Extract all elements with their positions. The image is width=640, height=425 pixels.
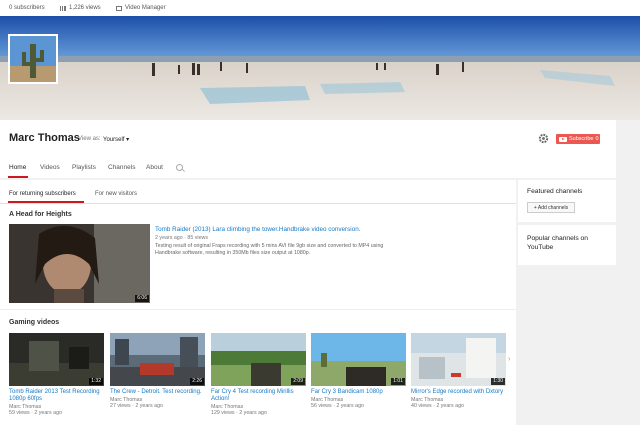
tab-about[interactable]: About [146, 164, 163, 171]
chevron-right-icon[interactable]: › [508, 356, 510, 363]
video-title[interactable]: Tomb Raider 2013 Test Recording 1080p 60… [9, 389, 104, 403]
duration-badge: 1:01 [391, 378, 405, 385]
divider [0, 203, 516, 204]
active-tab-indicator [8, 176, 28, 178]
channel-header: Marc Thomas View as: Yourself ▾ Subscrib… [0, 120, 616, 178]
views-count: 1,226 views [69, 5, 101, 11]
popular-channels-panel: Popular channels on YouTube [518, 225, 616, 265]
featured-video-meta: 2 years ago · 85 views [155, 235, 208, 241]
video-manager-label: Video Manager [125, 5, 166, 11]
duration-badge: 6:06 [135, 295, 149, 302]
video-meta: 40 views · 2 years ago [411, 403, 464, 409]
video-thumbnail[interactable]: 2:26 [110, 333, 205, 386]
view-as-dropdown[interactable]: Yourself ▾ [103, 136, 129, 143]
section-divider [0, 309, 516, 310]
tab-playlists[interactable]: Playlists [72, 164, 96, 171]
duration-badge: 2:26 [190, 378, 204, 385]
tab-new-visitors[interactable]: For new visitors [95, 191, 137, 197]
subscribe-count: 0 [595, 136, 599, 142]
video-meta: 56 views · 2 years ago [311, 403, 364, 409]
video-title[interactable]: Far Cry 4 Test recording Mirillis Action… [211, 389, 306, 403]
channel-banner: G+ [0, 16, 640, 120]
video-title[interactable]: Far Cry 3 Bandicam 1080p [311, 389, 406, 396]
subscribe-label: Subscribe [569, 136, 594, 142]
caret-down-icon: ▾ [126, 137, 130, 143]
video-thumbnail[interactable]: 2:09 [211, 333, 306, 386]
add-channels-button[interactable]: + Add channels [527, 202, 575, 213]
duration-badge: 1:30 [491, 378, 505, 385]
video-manager-icon [116, 5, 122, 11]
video-manager-link[interactable]: Video Manager [116, 5, 166, 11]
channel-avatar[interactable] [8, 34, 58, 84]
gear-icon[interactable] [538, 133, 549, 144]
bar-chart-icon [60, 5, 66, 11]
video-meta: 59 views · 2 years ago [9, 410, 62, 416]
tab-videos[interactable]: Videos [40, 164, 60, 171]
subscribers-count: 0 subscribers [9, 5, 45, 11]
video-thumbnail[interactable]: 1:30 [411, 333, 506, 386]
search-icon[interactable] [176, 164, 183, 171]
video-title[interactable]: Mirror's Edge recorded with Dxtory [411, 389, 506, 396]
video-title[interactable]: The Crew - Detroit. Test recording. [110, 389, 205, 396]
views-stat: 1,226 views [60, 5, 101, 11]
duration-badge: 1:32 [89, 378, 103, 385]
salt-flat-panorama [0, 16, 640, 120]
popular-channels-title: Popular channels on YouTube [527, 235, 588, 251]
video-meta: 27 views · 2 years ago [110, 403, 163, 409]
featured-video-description: Testing result of original Fraps recordi… [155, 243, 384, 256]
featured-video-title[interactable]: Tomb Raider (2013) Lara climbing the tow… [155, 226, 360, 233]
tab-returning-subscribers[interactable]: For returning subscribers [9, 191, 76, 197]
channel-name: Marc Thomas [9, 132, 80, 144]
video-card[interactable]: 1:32 Tomb Raider 2013 Test Recording 108… [9, 333, 104, 416]
subscribers-stat: 0 subscribers [9, 5, 45, 11]
tab-home[interactable]: Home [9, 164, 26, 171]
featured-channels-panel: Featured channels + Add channels [518, 180, 616, 222]
youtube-logo-icon [559, 136, 567, 142]
video-card[interactable]: 2:09 Far Cry 4 Test recording Mirillis A… [211, 333, 306, 416]
video-thumbnail[interactable]: 1:32 [9, 333, 104, 386]
featured-section-title: A Head for Heights [9, 211, 72, 218]
video-card[interactable]: 1:30 Mirror's Edge recorded with Dxtory … [411, 333, 506, 409]
video-card[interactable]: 1:01 Far Cry 3 Bandicam 1080p Marc Thoma… [311, 333, 406, 409]
tab-channels[interactable]: Channels [108, 164, 135, 171]
subscribe-button[interactable]: Subscribe 0 [556, 134, 600, 144]
duration-badge: 2:09 [291, 378, 305, 385]
video-thumbnail[interactable]: 1:01 [311, 333, 406, 386]
video-meta: 129 views · 2 years ago [211, 410, 267, 416]
gaming-section-title: Gaming videos [9, 319, 60, 326]
lara-croft-image [9, 224, 150, 303]
featured-video-thumbnail[interactable]: 6:06 [9, 224, 150, 303]
view-as-value: Yourself [103, 137, 125, 143]
cactus-image [10, 36, 56, 82]
channel-stats-bar: 0 subscribers 1,226 views Video Manager [0, 0, 640, 16]
view-as-label: View as: [78, 136, 101, 142]
channel-tabs: Home Videos Playlists Channels About [0, 160, 616, 178]
featured-channels-title: Featured channels [527, 188, 583, 195]
video-card[interactable]: 2:26 The Crew - Detroit. Test recording.… [110, 333, 205, 409]
